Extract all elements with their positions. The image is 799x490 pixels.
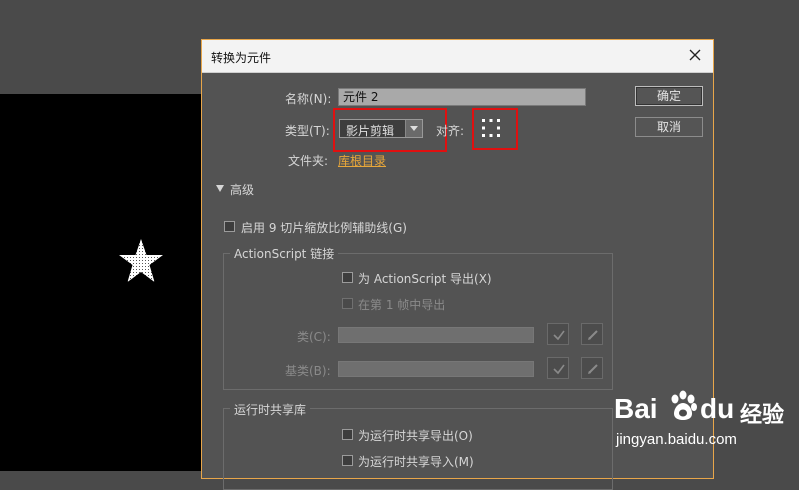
runtime-shared-group-title: 运行时共享库 bbox=[230, 401, 311, 418]
baidu-jingyan-watermark: Bai du 经验 jingyan.baidu.com bbox=[612, 385, 798, 467]
nine-slice-label: 启用 9 切片缩放比例辅助线(G) bbox=[241, 221, 407, 235]
pencil-icon bbox=[588, 364, 598, 374]
pencil-icon bbox=[588, 330, 598, 340]
check-class-button[interactable] bbox=[547, 323, 569, 345]
stage-canvas bbox=[0, 94, 210, 471]
check-base-class-button[interactable] bbox=[547, 357, 569, 379]
runtime-import-checkbox[interactable] bbox=[342, 455, 353, 466]
folder-label: 文件夹: bbox=[288, 154, 329, 168]
cancel-button[interactable]: 取消 bbox=[635, 117, 703, 137]
runtime-import-label: 为运行时共享导入(M) bbox=[358, 455, 474, 469]
close-icon[interactable] bbox=[687, 47, 703, 63]
export-frame1-label: 在第 1 帧中导出 bbox=[358, 298, 446, 312]
dialog-title: 转换为元件 bbox=[211, 51, 272, 65]
watermark-brand-2: du bbox=[700, 393, 735, 424]
export-actionscript-checkbox[interactable] bbox=[342, 272, 353, 283]
runtime-export-label: 为运行时共享导出(O) bbox=[358, 429, 473, 443]
watermark-suffix: 经验 bbox=[740, 403, 785, 428]
watermark-url: jingyan.baidu.com bbox=[616, 431, 737, 448]
edit-class-button[interactable] bbox=[581, 323, 603, 345]
base-class-label: 基类(B): bbox=[285, 364, 331, 378]
star-shape bbox=[119, 239, 163, 282]
checkmark-icon bbox=[553, 364, 565, 375]
edit-base-class-button[interactable] bbox=[581, 357, 603, 379]
runtime-shared-group bbox=[223, 408, 613, 490]
name-label: 名称(N): bbox=[285, 92, 332, 106]
highlight-box-align bbox=[472, 108, 518, 150]
advanced-toggle[interactable]: 高级 bbox=[230, 181, 254, 198]
watermark-brand: Bai bbox=[614, 393, 658, 424]
paw-icon bbox=[671, 390, 697, 420]
disclosure-triangle-icon[interactable] bbox=[216, 185, 224, 192]
class-input[interactable] bbox=[338, 327, 534, 343]
ok-button[interactable]: 确定 bbox=[635, 86, 703, 106]
checkmark-icon bbox=[553, 330, 565, 341]
dialog-titlebar: 转换为元件 bbox=[202, 40, 713, 73]
align-label: 对齐: bbox=[436, 124, 465, 138]
class-label: 类(C): bbox=[297, 330, 331, 344]
export-actionscript-label: 为 ActionScript 导出(X) bbox=[358, 272, 492, 286]
base-class-input[interactable] bbox=[338, 361, 534, 377]
highlight-box-type bbox=[333, 108, 447, 152]
actionscript-group-title: ActionScript 链接 bbox=[230, 245, 339, 262]
nine-slice-checkbox[interactable] bbox=[224, 221, 235, 232]
folder-link[interactable]: 库根目录 bbox=[338, 152, 386, 169]
export-frame1-checkbox[interactable] bbox=[342, 298, 353, 309]
type-label: 类型(T): bbox=[285, 124, 330, 138]
runtime-export-checkbox[interactable] bbox=[342, 429, 353, 440]
name-input[interactable]: 元件 2 bbox=[338, 88, 586, 106]
